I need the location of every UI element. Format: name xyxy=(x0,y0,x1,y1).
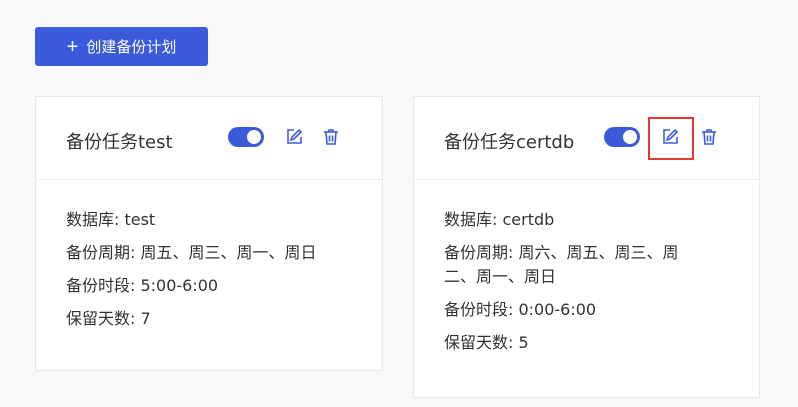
backup-cycle-text: 备份周期: 周五、周三、周一、周日 xyxy=(66,243,317,262)
trash-icon[interactable] xyxy=(320,126,342,148)
enable-toggle[interactable] xyxy=(228,127,264,147)
card-body: 数据库: test 备份周期: 周五、周三、周一、周日 备份时段: 5:00-6… xyxy=(36,180,382,331)
trash-icon[interactable] xyxy=(698,126,720,148)
retention-days-text: 保留天数: 7 xyxy=(66,309,151,328)
card-title: 备份任务test xyxy=(66,132,173,153)
database-text: 数据库: certdb xyxy=(444,210,555,229)
card-title: 备份任务certdb xyxy=(444,132,575,153)
create-backup-plan-button[interactable]: + 创建备份计划 xyxy=(35,27,208,66)
card-body: 数据库: certdb 备份周期: 周六、周五、周三、周二、周一、周日 备份时段… xyxy=(414,180,759,355)
create-backup-plan-label: 创建备份计划 xyxy=(86,39,177,56)
enable-toggle[interactable] xyxy=(604,127,640,147)
edit-icon[interactable] xyxy=(283,126,305,148)
card-header: 备份任务certdb xyxy=(414,97,759,180)
database-text: 数据库: test xyxy=(66,210,156,229)
backup-cycle-text: 备份周期: 周六、周五、周三、周二、周一、周日 xyxy=(444,243,679,286)
card-header: 备份任务test xyxy=(36,97,382,180)
retention-days-text: 保留天数: 5 xyxy=(444,333,529,352)
backup-window-text: 备份时段: 0:00-6:00 xyxy=(444,300,597,319)
backup-window-text: 备份时段: 5:00-6:00 xyxy=(66,276,219,295)
plus-icon: + xyxy=(66,35,79,58)
edit-icon[interactable] xyxy=(659,126,681,148)
backup-task-card: 备份任务certdb 数据库: certdb 备份周期: 周六、周五、周三、周二… xyxy=(413,96,760,398)
backup-task-card: 备份任务test 数据库: test 备份周期: 周五、周三、周一、周日 备份时… xyxy=(35,96,383,371)
